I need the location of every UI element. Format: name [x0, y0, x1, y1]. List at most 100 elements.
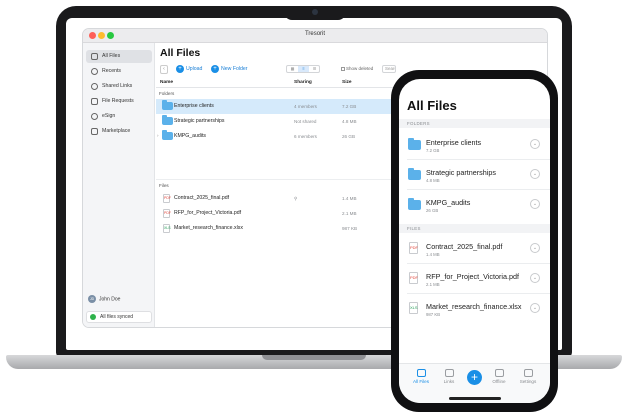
pdf-file-icon: PDF — [409, 242, 418, 254]
sidebar-item-label: Recents — [102, 68, 122, 74]
file-name: Contract_2025_final.pdf — [426, 242, 503, 251]
chevron-down-icon[interactable]: ⌄ — [530, 243, 540, 253]
shared-folder-icon — [162, 130, 173, 140]
sidebar-item-label: File Requests — [102, 98, 134, 104]
shared-folder-icon — [408, 138, 421, 150]
file-size: 2.1 MB — [342, 211, 357, 216]
file-name: Market_research_finance.xlsx — [426, 302, 522, 311]
chevron-down-icon[interactable]: ⌄ — [530, 303, 540, 313]
sidebar-item-file-requests[interactable]: File Requests — [86, 95, 152, 108]
check-circle-icon — [90, 314, 96, 320]
folder-name: KMPG_audits — [426, 198, 471, 207]
sidebar-item-label: eSign — [102, 113, 116, 119]
clock-icon — [91, 68, 98, 75]
user-profile[interactable]: JD John Doe — [88, 295, 120, 303]
chevron-down-icon[interactable]: ⌄ — [530, 273, 540, 283]
files-section-bar — [399, 224, 550, 233]
list-item[interactable]: Strategic partnerships 4.8 MB ⌄ — [399, 159, 550, 189]
folder-name: Strategic partnerships — [426, 168, 496, 177]
link-icon — [444, 369, 454, 377]
chevron-down-icon[interactable]: ⌄ — [530, 169, 540, 179]
folder-name: Strategic partnerships — [174, 118, 225, 124]
checkbox[interactable] — [341, 66, 345, 71]
file-size: 987 KB — [342, 226, 358, 231]
tab-label: Links — [443, 379, 455, 384]
list-view-button[interactable]: ≡ — [298, 66, 309, 72]
link-icon: ⚲ — [294, 196, 298, 201]
plus-icon: + — [176, 65, 184, 73]
show-deleted-toggle[interactable]: Show deleted — [341, 66, 373, 71]
folder-icon — [162, 115, 173, 125]
page-title: All Files — [160, 47, 201, 59]
new-folder-label: New Folder — [221, 66, 248, 72]
file-name: RFP_for_Project_Victoria.pdf — [174, 210, 242, 216]
folder-icon — [416, 369, 426, 377]
link-icon — [91, 83, 98, 90]
tab-settings[interactable]: Settings — [514, 369, 542, 384]
folder-name: KMPG_audits — [174, 133, 207, 139]
folder-size: 26 GB — [426, 208, 439, 213]
sidebar-item-marketplace[interactable]: Marketplace — [86, 125, 152, 138]
sharing-status: 4 members — [294, 104, 317, 109]
file-request-icon — [91, 98, 98, 105]
sharing-status: 6 members — [294, 134, 317, 139]
list-item[interactable]: PDF Contract_2025_final.pdf 1.4 MB ⌄ — [399, 233, 550, 263]
column-header-size[interactable]: Size — [342, 80, 352, 85]
list-item[interactable]: KMPG_audits 26 GB ⌄ — [399, 189, 550, 219]
tab-links[interactable]: Links — [435, 369, 463, 384]
file-name: Market_research_finance.xlsx — [174, 225, 243, 231]
grid-view-button[interactable]: ▦ — [287, 66, 298, 72]
tab-offline[interactable]: Offline — [485, 369, 513, 384]
sidebar-item-shared-links[interactable]: Shared Links — [86, 80, 152, 93]
sidebar-item-label: Shared Links — [102, 83, 133, 89]
upload-button[interactable]: + Upload — [176, 65, 202, 74]
file-name: RFP_for_Project_Victoria.pdf — [426, 272, 519, 281]
sidebar-item-esign[interactable]: eSign — [86, 110, 152, 123]
tab-all-files[interactable]: All Files — [407, 369, 435, 384]
files-section-label: FILES — [407, 226, 421, 231]
compact-view-button[interactable]: ☰ — [309, 66, 320, 72]
title-bar: Tresorit — [83, 29, 547, 43]
upload-label: Upload — [186, 66, 203, 72]
search-input[interactable]: Search — [382, 65, 396, 73]
sidebar-item-recents[interactable]: Recents — [86, 65, 152, 78]
avatar: JD — [88, 295, 96, 303]
column-header-name[interactable]: Name — [160, 80, 173, 85]
folder-name: Enterprise clients — [174, 103, 214, 109]
back-button[interactable]: ‹ — [160, 65, 168, 74]
pdf-file-icon: PDF — [409, 272, 418, 284]
list-item[interactable]: XLS Market_research_finance.xlsx 987 KB … — [399, 293, 550, 323]
list-item[interactable]: Enterprise clients 7.2 GB ⌄ — [399, 129, 550, 159]
sidebar-item-label: All Files — [102, 53, 121, 59]
offline-icon — [494, 369, 504, 377]
page-title: All Files — [407, 98, 457, 113]
sharing-status: Not shared — [294, 119, 317, 124]
file-name: Contract_2025_final.pdf — [174, 195, 230, 201]
sync-status: All files synced — [86, 311, 152, 323]
add-button[interactable]: + — [467, 370, 482, 385]
new-folder-button[interactable]: + New Folder — [211, 65, 248, 74]
folder-name: Enterprise clients — [426, 138, 482, 147]
chevron-right-icon[interactable]: › — [157, 133, 159, 138]
tab-label: Offline — [492, 379, 506, 384]
file-size: 2.1 MB — [426, 282, 440, 287]
gear-icon — [523, 369, 533, 377]
list-item[interactable]: PDF RFP_for_Project_Victoria.pdf 2.1 MB … — [399, 263, 550, 293]
file-size: 987 KB — [426, 312, 441, 317]
sidebar-item-all-files[interactable]: All Files — [86, 50, 152, 63]
home-indicator — [449, 397, 501, 400]
column-header-sharing[interactable]: Sharing — [294, 80, 312, 85]
folders-section-label: FOLDERS — [407, 121, 430, 126]
folder-size: 26 GB — [342, 134, 356, 139]
file-size: 1.4 MB — [426, 252, 440, 257]
shared-folder-icon — [162, 100, 173, 110]
chevron-down-icon[interactable]: ⌄ — [530, 199, 540, 209]
folder-icon — [408, 168, 421, 180]
folder-size: 7.2 GB — [342, 104, 357, 109]
show-deleted-label: Show deleted — [346, 66, 374, 71]
files-section-label: Files — [159, 183, 169, 188]
chevron-down-icon[interactable]: ⌄ — [530, 139, 540, 149]
spreadsheet-file-icon: XLS — [163, 224, 171, 233]
view-toggle: ▦ ≡ ☰ — [286, 65, 320, 73]
device-mockup: Tresorit All Files Recents Shared Links — [0, 0, 628, 419]
